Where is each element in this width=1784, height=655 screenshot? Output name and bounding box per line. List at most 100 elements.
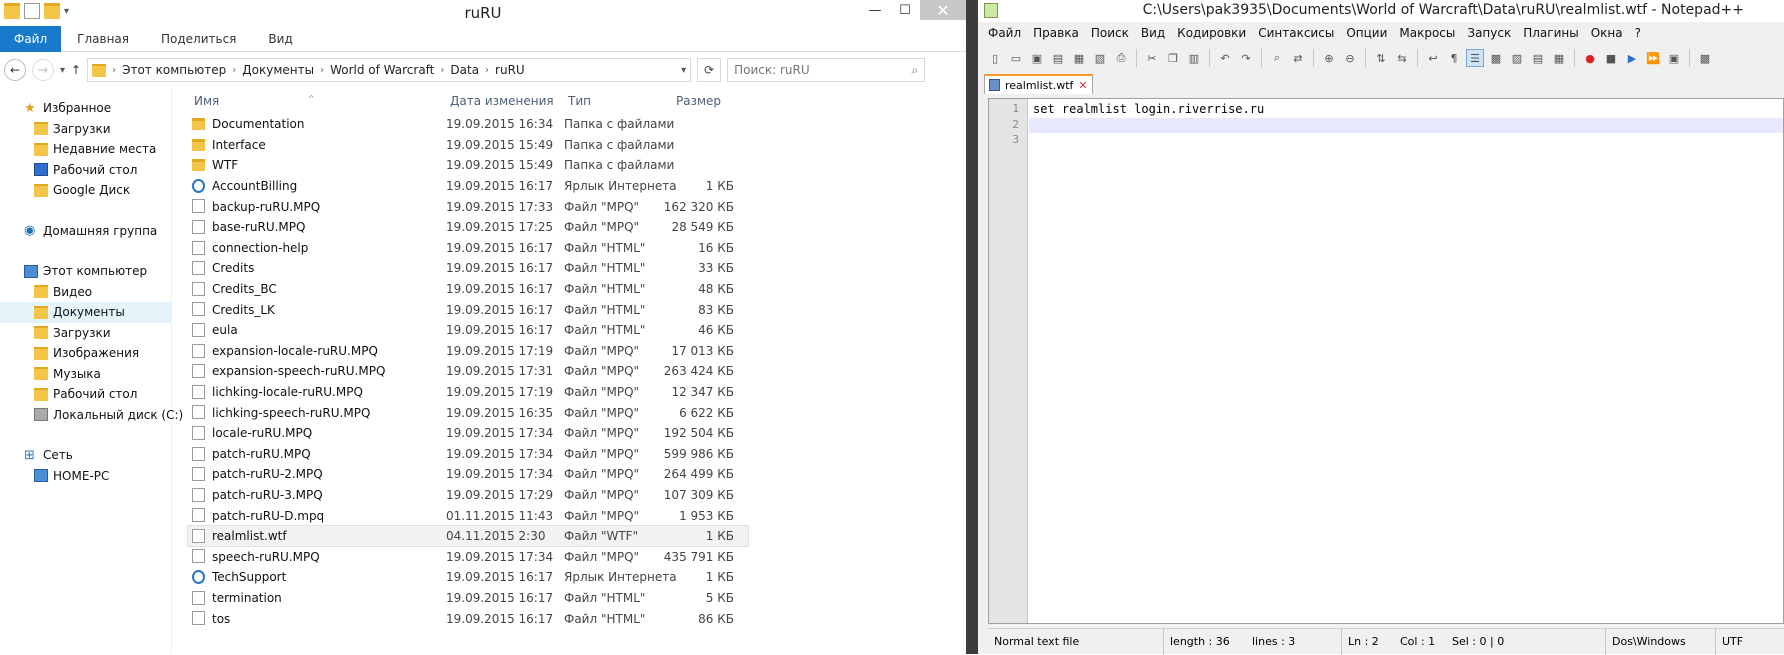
- file-row[interactable]: speech-ruRU.MPQ 19.09.2015 17:34 Файл "MPQ…: [188, 546, 748, 567]
- sync-vertical-icon[interactable]: ⇅: [1372, 49, 1390, 67]
- nav-item-desktop[interactable]: Рабочий стол: [0, 160, 171, 181]
- doc-map-icon[interactable]: ▨: [1508, 49, 1526, 67]
- file-row[interactable]: patch-ruRU-D.mpq 01.11.2015 11:43 Файл "MP…: [188, 505, 748, 526]
- file-row[interactable]: WTF 19.09.2015 15:49 Папка с файлами: [188, 155, 748, 176]
- close-button[interactable]: ✕: [920, 0, 966, 20]
- close-tab-icon[interactable]: ✕: [1078, 79, 1087, 92]
- save-macro-icon[interactable]: ▣: [1665, 49, 1683, 67]
- nav-item-home-pc[interactable]: HOME-PC: [0, 466, 171, 487]
- code-line[interactable]: [1029, 133, 1783, 149]
- file-row[interactable]: Credits_LK 19.09.2015 16:17 Файл "HTML" 83 …: [188, 299, 748, 320]
- breadcrumb-item[interactable]: Data: [450, 63, 479, 77]
- copy-icon[interactable]: ❐: [1164, 49, 1182, 67]
- replace-icon[interactable]: ⇄: [1289, 49, 1307, 67]
- menu-item[interactable]: Правка: [1027, 26, 1085, 40]
- menu-item[interactable]: Запуск: [1461, 26, 1517, 40]
- column-type[interactable]: Тип: [568, 94, 591, 108]
- nav-item-google-drive[interactable]: Google Диск: [0, 180, 171, 201]
- record-macro-icon[interactable]: ●: [1581, 49, 1599, 67]
- nav-item-downloads-pc[interactable]: Загрузки: [0, 323, 171, 344]
- menu-item[interactable]: Опции: [1340, 26, 1393, 40]
- file-row[interactable]: Credits_BC 19.09.2015 16:17 Файл "HTML" 48 …: [188, 279, 748, 300]
- code-line[interactable]: set realmlist login.riverrise.ru: [1029, 102, 1783, 118]
- stop-record-icon[interactable]: ■: [1602, 49, 1620, 67]
- address-bar[interactable]: › Этот компьютер › Документы › World of …: [87, 58, 692, 82]
- nav-this-pc[interactable]: Этот компьютер: [0, 261, 171, 282]
- menu-item[interactable]: Поиск: [1085, 26, 1135, 40]
- file-row[interactable]: lichking-speech-ruRU.MPQ 19.09.2015 16:35…: [188, 402, 748, 423]
- undo-icon[interactable]: ↶: [1216, 49, 1234, 67]
- file-row[interactable]: Documentation 19.09.2015 16:34 Папка с фай…: [188, 114, 748, 135]
- search-input[interactable]: Поиск: ruRU ⌕: [727, 58, 926, 82]
- save-all-icon[interactable]: ▤: [1049, 49, 1067, 67]
- zoom-in-icon[interactable]: ⊕: [1320, 49, 1338, 67]
- breadcrumb-item[interactable]: ruRU: [495, 63, 525, 77]
- column-size[interactable]: Размер: [676, 94, 721, 108]
- indent-guide-icon[interactable]: ☰: [1466, 49, 1484, 67]
- menu-item[interactable]: Вид: [1135, 26, 1171, 40]
- tab-home[interactable]: Главная: [61, 26, 145, 52]
- menu-item[interactable]: ?: [1629, 26, 1647, 40]
- folder-as-workspace-icon[interactable]: ▦: [1550, 49, 1568, 67]
- menu-item[interactable]: Окна: [1585, 26, 1629, 40]
- paste-icon[interactable]: ▥: [1185, 49, 1203, 67]
- function-list-icon[interactable]: ▤: [1529, 49, 1547, 67]
- play-macro-icon[interactable]: ▶: [1623, 49, 1641, 67]
- find-icon[interactable]: ⌕: [1268, 49, 1286, 67]
- tab-share[interactable]: Поделиться: [145, 26, 252, 52]
- run-macro-multiple-icon[interactable]: ⏩: [1644, 49, 1662, 67]
- nav-item-desktop-pc[interactable]: Рабочий стол: [0, 384, 171, 405]
- file-row[interactable]: termination 19.09.2015 16:17 Файл "HTML" 5 …: [188, 588, 748, 609]
- nav-network[interactable]: ⊞ Сеть: [0, 445, 171, 466]
- print-icon[interactable]: ⎙: [1112, 49, 1130, 67]
- forward-button[interactable]: →: [32, 59, 54, 81]
- minimize-button[interactable]: —: [860, 0, 890, 20]
- menu-item[interactable]: Плагины: [1517, 26, 1584, 40]
- sync-horizontal-icon[interactable]: ⇆: [1393, 49, 1411, 67]
- tab-realmlist[interactable]: realmlist.wtf ✕: [984, 74, 1093, 94]
- file-row[interactable]: realmlist.wtf 04.11.2015 2:30 Файл "WTF" 1 …: [187, 524, 749, 548]
- menu-item[interactable]: Макросы: [1393, 26, 1461, 40]
- nav-item-recent[interactable]: Недавние места: [0, 139, 171, 160]
- column-date[interactable]: Дата изменения: [450, 94, 554, 108]
- close-file-icon[interactable]: ▦: [1070, 49, 1088, 67]
- file-row[interactable]: backup-ruRU.MPQ 19.09.2015 17:33 Файл "MPQ…: [188, 196, 748, 217]
- menu-item[interactable]: Синтаксисы: [1252, 26, 1340, 40]
- breadcrumb-item[interactable]: Этот компьютер: [122, 63, 226, 77]
- file-row[interactable]: Interface 19.09.2015 15:49 Папка с файлами: [188, 135, 748, 156]
- text-editor[interactable]: 1 2 3 set realmlist login.riverrise.ru: [988, 98, 1784, 624]
- menu-item[interactable]: Кодировки: [1171, 26, 1252, 40]
- current-code-line[interactable]: [1029, 117, 1783, 133]
- file-row[interactable]: locale-ruRU.MPQ 19.09.2015 17:34 Файл "MPQ…: [188, 423, 748, 444]
- file-row[interactable]: expansion-locale-ruRU.MPQ 19.09.2015 17:1…: [188, 341, 748, 362]
- breadcrumb-item[interactable]: Документы: [242, 63, 314, 77]
- file-row[interactable]: Credits 19.09.2015 16:17 Файл "HTML" 33 КБ: [188, 258, 748, 279]
- nav-item-documents[interactable]: Документы: [0, 302, 171, 323]
- file-row[interactable]: patch-ruRU-2.MPQ 19.09.2015 17:34 Файл "MP…: [188, 464, 748, 485]
- file-row[interactable]: AccountBilling 19.09.2015 16:17 Ярлык Инте…: [188, 176, 748, 197]
- word-wrap-icon[interactable]: ↩: [1424, 49, 1442, 67]
- nav-favorites[interactable]: ★ Избранное: [0, 98, 171, 119]
- redo-icon[interactable]: ↷: [1237, 49, 1255, 67]
- nav-item-downloads[interactable]: Загрузки: [0, 119, 171, 140]
- close-all-icon[interactable]: ▧: [1091, 49, 1109, 67]
- file-row[interactable]: connection-help 19.09.2015 16:17 Файл "HTM…: [188, 238, 748, 259]
- tab-file[interactable]: Файл: [0, 25, 62, 52]
- user-language-icon[interactable]: ▩: [1487, 49, 1505, 67]
- breadcrumb-item[interactable]: World of Warcraft: [330, 63, 434, 77]
- file-row[interactable]: patch-ruRU-3.MPQ 19.09.2015 17:29 Файл "MP…: [188, 485, 748, 506]
- maximize-button[interactable]: ☐: [890, 0, 920, 20]
- cut-icon[interactable]: ✂: [1143, 49, 1161, 67]
- file-row[interactable]: patch-ruRU.MPQ 19.09.2015 17:34 Файл "MPQ"…: [188, 444, 748, 465]
- file-row[interactable]: lichking-locale-ruRU.MPQ 19.09.2015 17:19…: [188, 382, 748, 403]
- save-icon[interactable]: ▣: [1028, 49, 1046, 67]
- nav-item-local-disk[interactable]: Локальный диск (C:): [0, 405, 183, 426]
- file-row[interactable]: base-ruRU.MPQ 19.09.2015 17:25 Файл "MPQ" 2…: [188, 217, 748, 238]
- back-button[interactable]: ←: [4, 59, 26, 81]
- recent-locations-icon[interactable]: ▾: [60, 65, 65, 76]
- nav-homegroup[interactable]: ◉ Домашняя группа: [0, 221, 171, 242]
- file-row[interactable]: tos 19.09.2015 16:17 Файл "HTML" 86 КБ: [188, 608, 748, 629]
- file-row[interactable]: eula 19.09.2015 16:17 Файл "HTML" 46 КБ: [188, 320, 748, 341]
- chevron-down-icon[interactable]: ▾: [681, 65, 686, 76]
- tab-view[interactable]: Вид: [252, 26, 308, 52]
